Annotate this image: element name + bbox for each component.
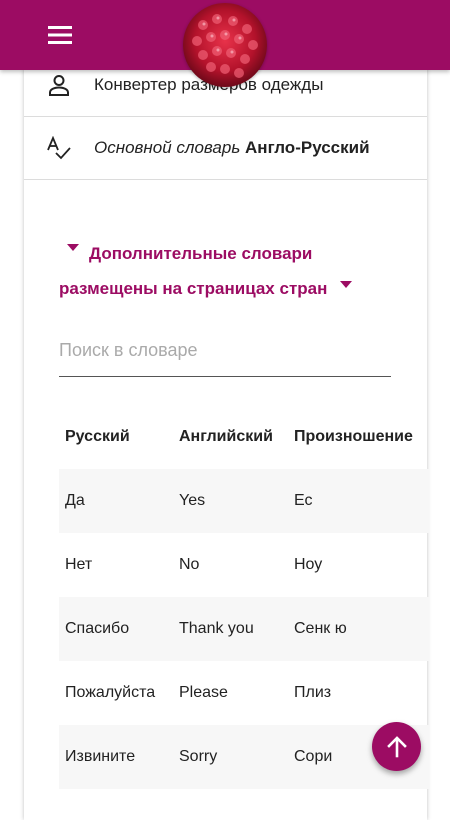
main-dictionary-language: Англо-Русский <box>245 138 370 157</box>
column-header-russian: Русский <box>65 428 130 445</box>
cell-english: Thank you <box>179 620 254 637</box>
additional-dictionaries-line2: размещены на страницах стран <box>59 279 328 298</box>
cell-russian: Извините <box>65 748 136 765</box>
cell-russian: Нет <box>65 556 93 573</box>
cell-english: No <box>179 556 200 573</box>
table-row: Пожалуйста Please Плиз <box>59 661 429 725</box>
main-dictionary-label: Основной словарь <box>94 138 241 157</box>
additional-dictionaries-line1: Дополнительные словари <box>89 244 313 263</box>
phrase-table: Русский Английский Произношение Да Yes Е… <box>59 405 429 789</box>
cell-pronunciation: Плиз <box>294 684 332 701</box>
arrow-up-icon <box>386 735 407 757</box>
cell-pronunciation: Ес <box>294 492 313 509</box>
cell-pronunciation: Сенк ю <box>294 620 347 637</box>
dictionary-search <box>59 330 391 377</box>
scroll-to-top-button[interactable] <box>372 722 421 771</box>
person-icon <box>49 75 69 96</box>
main-dictionary-item[interactable]: Основной словарь Англо-Русский <box>24 117 427 180</box>
cell-english: Please <box>179 684 228 701</box>
column-header-pronunciation: Произношение <box>294 428 413 445</box>
expand-caret-icon[interactable] <box>340 281 352 288</box>
cell-russian: Спасибо <box>65 620 130 637</box>
cell-english: Yes <box>179 492 206 509</box>
cell-russian: Пожалуйста <box>65 684 156 701</box>
cell-english: Sorry <box>179 748 218 765</box>
cell-pronunciation: Ноу <box>294 556 323 573</box>
raspberry-logo[interactable] <box>183 3 267 87</box>
hamburger-menu-icon <box>48 26 72 44</box>
table-header-row: Русский Английский Произношение <box>59 405 429 469</box>
menu-button[interactable] <box>40 16 80 54</box>
column-header-english: Английский <box>179 428 273 445</box>
additional-dictionaries-toggle[interactable]: Дополнительные словари размещены на стра… <box>59 236 389 306</box>
table-row: Да Yes Ес <box>59 469 429 533</box>
dictionary-search-input[interactable] <box>59 330 391 370</box>
spellcheck-icon <box>47 136 71 160</box>
table-row: Спасибо Thank you Сенк ю <box>59 597 429 661</box>
cell-russian: Да <box>65 492 85 509</box>
cell-pronunciation: Сори <box>294 748 333 765</box>
table-row: Нет No Ноу <box>59 533 429 597</box>
